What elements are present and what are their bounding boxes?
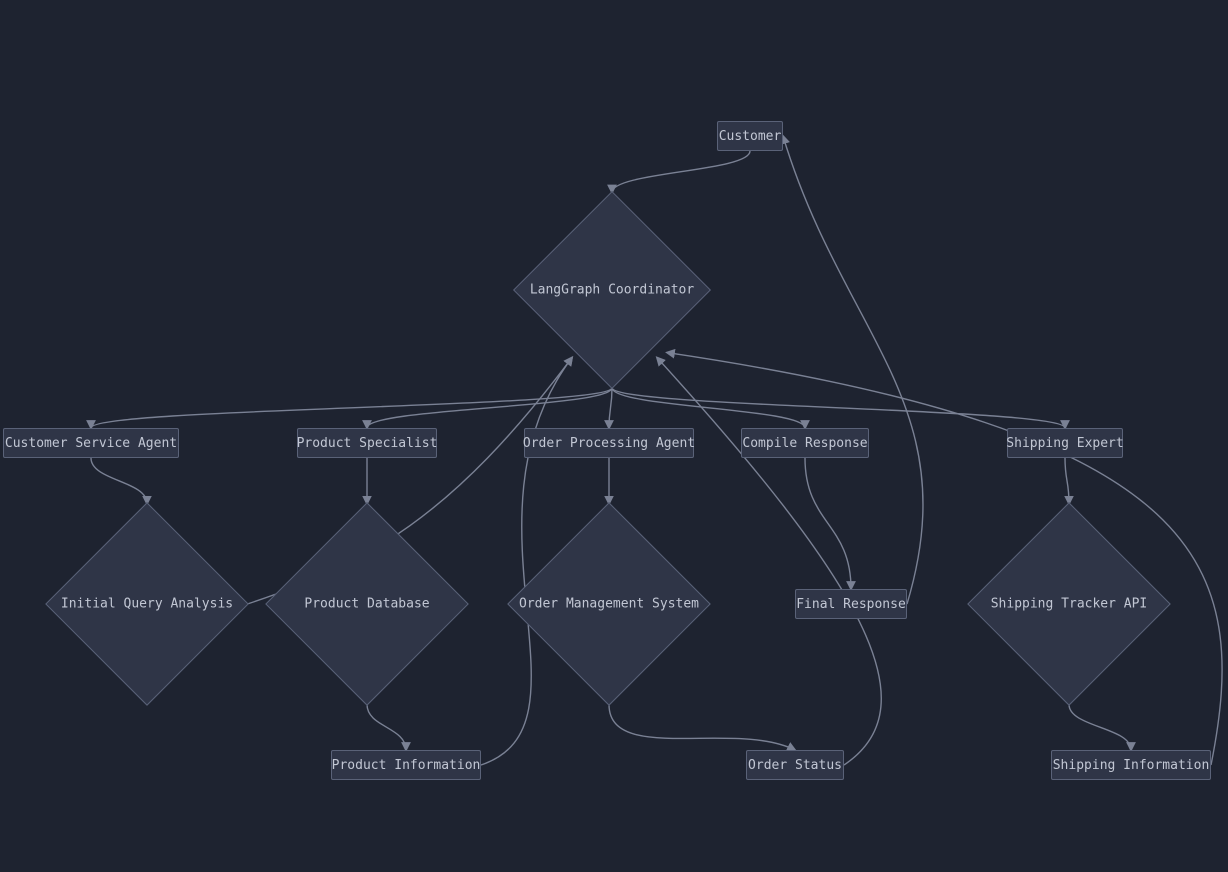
node-label: Order Status: [748, 758, 842, 773]
node-coordinator: [513, 191, 711, 389]
edge-coordinator-to-csa: [91, 388, 612, 428]
node-iqa: [45, 502, 249, 706]
node-label: Order Processing Agent: [523, 436, 695, 451]
node-final_resp: Final Response: [795, 589, 907, 619]
node-ship_info: Shipping Information: [1051, 750, 1211, 780]
edge-shiptrack-to-ship_info: [1069, 704, 1131, 750]
node-csa: Customer Service Agent: [3, 428, 179, 458]
edge-customer-to-coordinator: [612, 151, 750, 192]
edge-ship_expert-to-shiptrack: [1065, 458, 1069, 504]
edge-csa-to-iqa: [91, 458, 147, 504]
node-ship_expert: Shipping Expert: [1007, 428, 1123, 458]
edge-coordinator-to-opa: [609, 388, 612, 428]
node-order_status: Order Status: [746, 750, 844, 780]
node-label: Compile Response: [742, 436, 867, 451]
edge-ship_info-to-coordinator: [667, 353, 1222, 765]
edge-final_resp-to-customer: [783, 136, 923, 604]
node-compile: Compile Response: [741, 428, 869, 458]
edge-coordinator-to-prod_spec: [367, 388, 612, 428]
node-label: Customer: [719, 129, 782, 144]
node-shiptrack: [967, 502, 1171, 706]
node-prod_db: [265, 502, 469, 706]
node-prod_spec: Product Specialist: [297, 428, 437, 458]
edge-prod_db-to-prod_info: [367, 704, 406, 750]
node-prod_info: Product Information: [331, 750, 481, 780]
node-label: Customer Service Agent: [5, 436, 177, 451]
edge-compile-to-final_resp: [805, 458, 851, 589]
node-label: Shipping Information: [1053, 758, 1210, 773]
diagram-canvas: CustomerLangGraph CoordinatorCustomer Se…: [0, 0, 1228, 872]
edge-coordinator-to-compile: [612, 388, 805, 428]
edge-oms-to-order_status: [609, 704, 795, 750]
node-label: Product Information: [332, 758, 481, 773]
edge-coordinator-to-ship_expert: [612, 388, 1065, 428]
node-oms: [507, 502, 711, 706]
edge-order_status-to-coordinator: [657, 358, 881, 765]
node-customer: Customer: [717, 121, 783, 151]
node-opa: Order Processing Agent: [524, 428, 694, 458]
node-label: Final Response: [796, 597, 906, 612]
node-label: Product Specialist: [297, 436, 438, 451]
node-label: Shipping Expert: [1006, 436, 1123, 451]
